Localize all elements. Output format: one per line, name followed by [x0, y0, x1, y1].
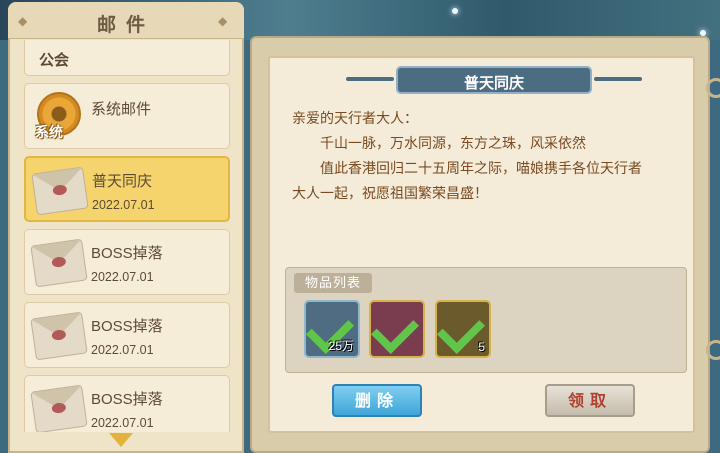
- mail-detail-title: 普天同庆: [463, 75, 524, 92]
- check-icon: [370, 305, 420, 355]
- mail-date: 2022.07.01: [91, 270, 154, 284]
- mail-item-guild[interactable]: 公会: [24, 40, 230, 76]
- ore-item-icon[interactable]: 25万: [304, 300, 360, 358]
- mail-item[interactable]: BOSS掉落 2022.07.01: [24, 302, 230, 368]
- envelope-icon: [30, 384, 88, 432]
- mail-date: 2022.07.01: [91, 343, 154, 357]
- mail-title: BOSS掉落: [91, 391, 163, 408]
- mail-title: BOSS掉落: [91, 245, 163, 262]
- binder-ring-icon: [706, 340, 720, 360]
- sparkle-icon: [452, 8, 458, 14]
- mail-line: 值此香港回归二十五周年之际，喵娘携手各位天行者: [320, 160, 642, 176]
- title-ornament-left: [346, 77, 394, 81]
- items-list-label: 物品列表: [294, 273, 372, 293]
- mail-list-header: ◆ 邮件 ◆: [8, 2, 244, 39]
- mail-line: 大人一起，祝愿祖国繁荣昌盛！: [292, 185, 488, 201]
- scroll-down-arrow-icon[interactable]: [109, 433, 133, 447]
- ornament-icon: ◆: [218, 14, 228, 28]
- item-count: 5: [478, 340, 485, 354]
- system-badge: 系统: [35, 124, 63, 140]
- mail-item[interactable]: BOSS掉落 2022.07.01: [24, 229, 230, 295]
- claim-button[interactable]: 领取: [545, 384, 635, 417]
- item-count: 25万: [328, 339, 354, 353]
- mail-greeting: 亲爱的天行者大人：: [292, 110, 418, 126]
- mail-list[interactable]: 公会 系统 系统邮件 普天同庆 2022.07.01 BOSS掉落 2022.0…: [20, 40, 238, 432]
- delete-button[interactable]: 删除: [332, 384, 422, 417]
- guild-label: 公会: [39, 52, 70, 69]
- mail-title: 普天同庆: [92, 173, 153, 190]
- mail-item-system[interactable]: 系统 系统邮件: [24, 83, 230, 149]
- mail-title: 系统邮件: [91, 101, 152, 118]
- panel-title: 邮件: [96, 15, 155, 36]
- mail-line: 千山一脉，万水同源，东方之珠，风采依然: [320, 135, 586, 151]
- book-item-icon[interactable]: 5: [435, 300, 491, 358]
- gem-item-icon[interactable]: [369, 300, 425, 358]
- mail-item-selected[interactable]: 普天同庆 2022.07.01: [24, 156, 230, 222]
- binder-ring-icon: [706, 78, 720, 98]
- title-ornament-right: [594, 77, 642, 81]
- mail-date: 2022.07.01: [92, 198, 155, 212]
- mail-body: 亲爱的天行者大人： 千山一脉，万水同源，东方之珠，风采依然 值此香港回归二十五周…: [292, 106, 672, 206]
- envelope-icon: [30, 311, 88, 361]
- mail-item[interactable]: BOSS掉落 2022.07.01: [24, 375, 230, 432]
- envelope-icon: [30, 238, 88, 288]
- mail-date: 2022.07.01: [91, 416, 154, 430]
- mail-title: BOSS掉落: [91, 318, 163, 335]
- mail-title-banner: 普天同庆: [396, 66, 592, 94]
- envelope-icon: [31, 166, 89, 216]
